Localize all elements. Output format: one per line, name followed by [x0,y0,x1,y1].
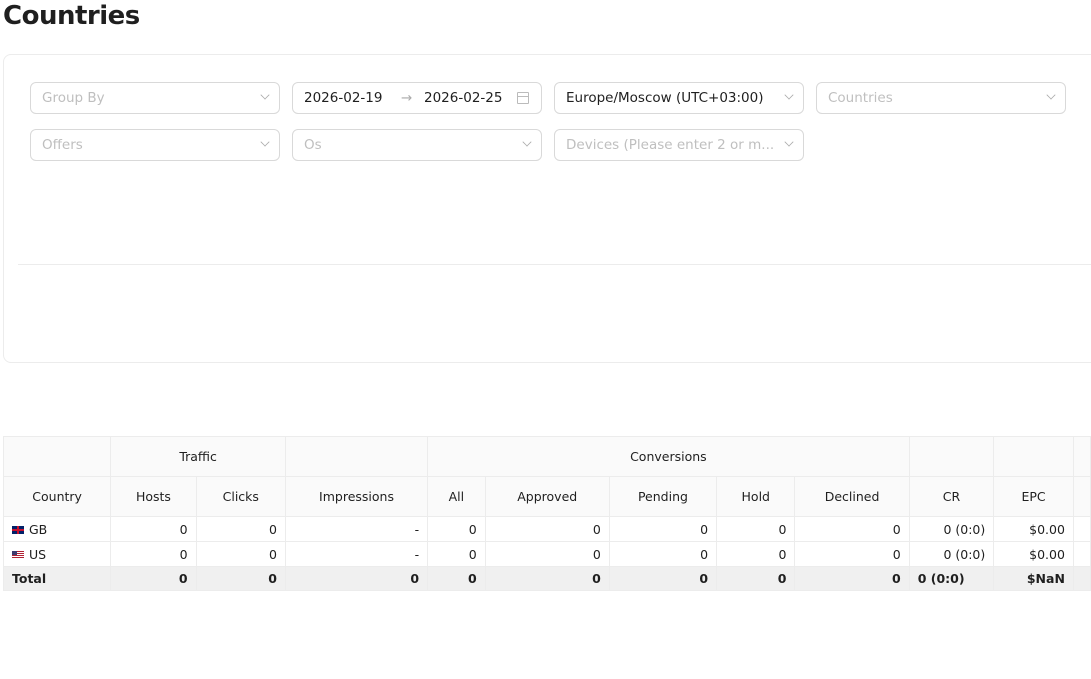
header-blank [1072,476,1091,517]
header-blank [284,436,429,477]
col-cr[interactable]: CR [908,476,995,517]
chevron-down-icon [784,90,794,100]
countries-select[interactable]: Countries [816,82,1066,114]
offers-placeholder: Offers [42,137,83,153]
offers-select[interactable]: Offers [30,129,280,161]
cell: 0 [195,566,286,591]
cell: 0 [794,541,910,567]
header-blank [2,436,112,477]
cell: 0 [110,541,197,567]
total-row: Total 000000000 (0:0) $NaN [2,566,1091,591]
chevron-down-icon [260,137,270,147]
os-placeholder: Os [304,137,322,153]
arrow-right-icon: → [401,90,413,106]
cell: 0 [284,566,429,591]
cell: - [284,541,429,567]
cell: 0 [716,516,796,542]
os-select[interactable]: Os [292,129,542,161]
col-hosts[interactable]: Hosts [110,476,197,517]
chevron-down-icon [784,137,794,147]
col-clicks[interactable]: Clicks [195,476,286,517]
cell: 0 [484,541,610,567]
date-range-picker[interactable]: 2026-02-19 → 2026-02-25 [292,82,542,114]
col-all[interactable]: All [427,476,486,517]
header-blank [1072,436,1091,477]
cell: 0 [195,541,286,567]
col-approved[interactable]: Approved [484,476,610,517]
date-start[interactable]: 2026-02-19 [304,90,382,106]
cell: 0 [608,566,718,591]
cell-country: US [2,541,112,567]
column-header-row: Country Hosts Clicks Impressions All App… [2,476,1091,517]
cell: $NaN [993,566,1074,591]
col-hold[interactable]: Hold [716,476,796,517]
chevron-down-icon [1046,90,1056,100]
cell: 0 [794,516,910,542]
table-row: GB 00-000000 (0:0) $0.00 [2,516,1091,542]
date-end[interactable]: 2026-02-25 [424,83,502,113]
group-by-placeholder: Group By [42,90,105,106]
cell: 0 [608,541,718,567]
calendar-icon [517,92,529,104]
group-by-select[interactable]: Group By [30,82,280,114]
timezone-value: Europe/Moscow (UTC+03:00) [566,90,764,106]
cell: 0 [716,566,796,591]
cell: 0 [195,516,286,542]
group-conversions: Conversions [427,436,910,477]
countries-placeholder: Countries [828,90,893,106]
flag-us-icon [12,550,24,559]
flag-gb-icon [12,525,24,534]
group-traffic: Traffic [110,436,286,477]
cell: 0 [110,516,197,542]
cell: 0 [794,566,910,591]
col-country[interactable]: Country [2,476,112,517]
cell: 0 [716,541,796,567]
col-epc[interactable]: EPC [993,476,1074,517]
total-label: Total [2,566,112,591]
cell: 0 [110,566,197,591]
cell-country: GB [2,516,112,542]
countries-table: Traffic Conversions Country Hosts Clicks… [2,436,1091,591]
cell: 0 [427,541,486,567]
devices-select[interactable]: Devices (Please enter 2 or m... [554,129,804,161]
cell: $0.00 [993,516,1074,542]
chevron-down-icon [260,90,270,100]
devices-placeholder: Devices (Please enter 2 or m... [566,137,775,153]
cell: 0 [427,566,486,591]
cell: - [284,516,429,542]
page-title: Countries [3,1,140,31]
cell: 0 [484,516,610,542]
cell: $0.00 [993,541,1074,567]
cell: 0 (0:0) [908,516,995,542]
divider [18,264,1091,265]
group-header-row: Traffic Conversions [2,436,1091,477]
cell: 0 [608,516,718,542]
col-declined[interactable]: Declined [794,476,910,517]
header-blank [993,436,1074,477]
chevron-down-icon [522,137,532,147]
timezone-select[interactable]: Europe/Moscow (UTC+03:00) [554,82,804,114]
cell: 0 [427,516,486,542]
cell: 0 (0:0) [908,541,995,567]
cell: 0 (0:0) [908,566,995,591]
header-blank [908,436,995,477]
col-pending[interactable]: Pending [608,476,718,517]
col-impressions[interactable]: Impressions [284,476,429,517]
cell: 0 [484,566,610,591]
table-row: US 00-000000 (0:0) $0.00 [2,541,1091,567]
